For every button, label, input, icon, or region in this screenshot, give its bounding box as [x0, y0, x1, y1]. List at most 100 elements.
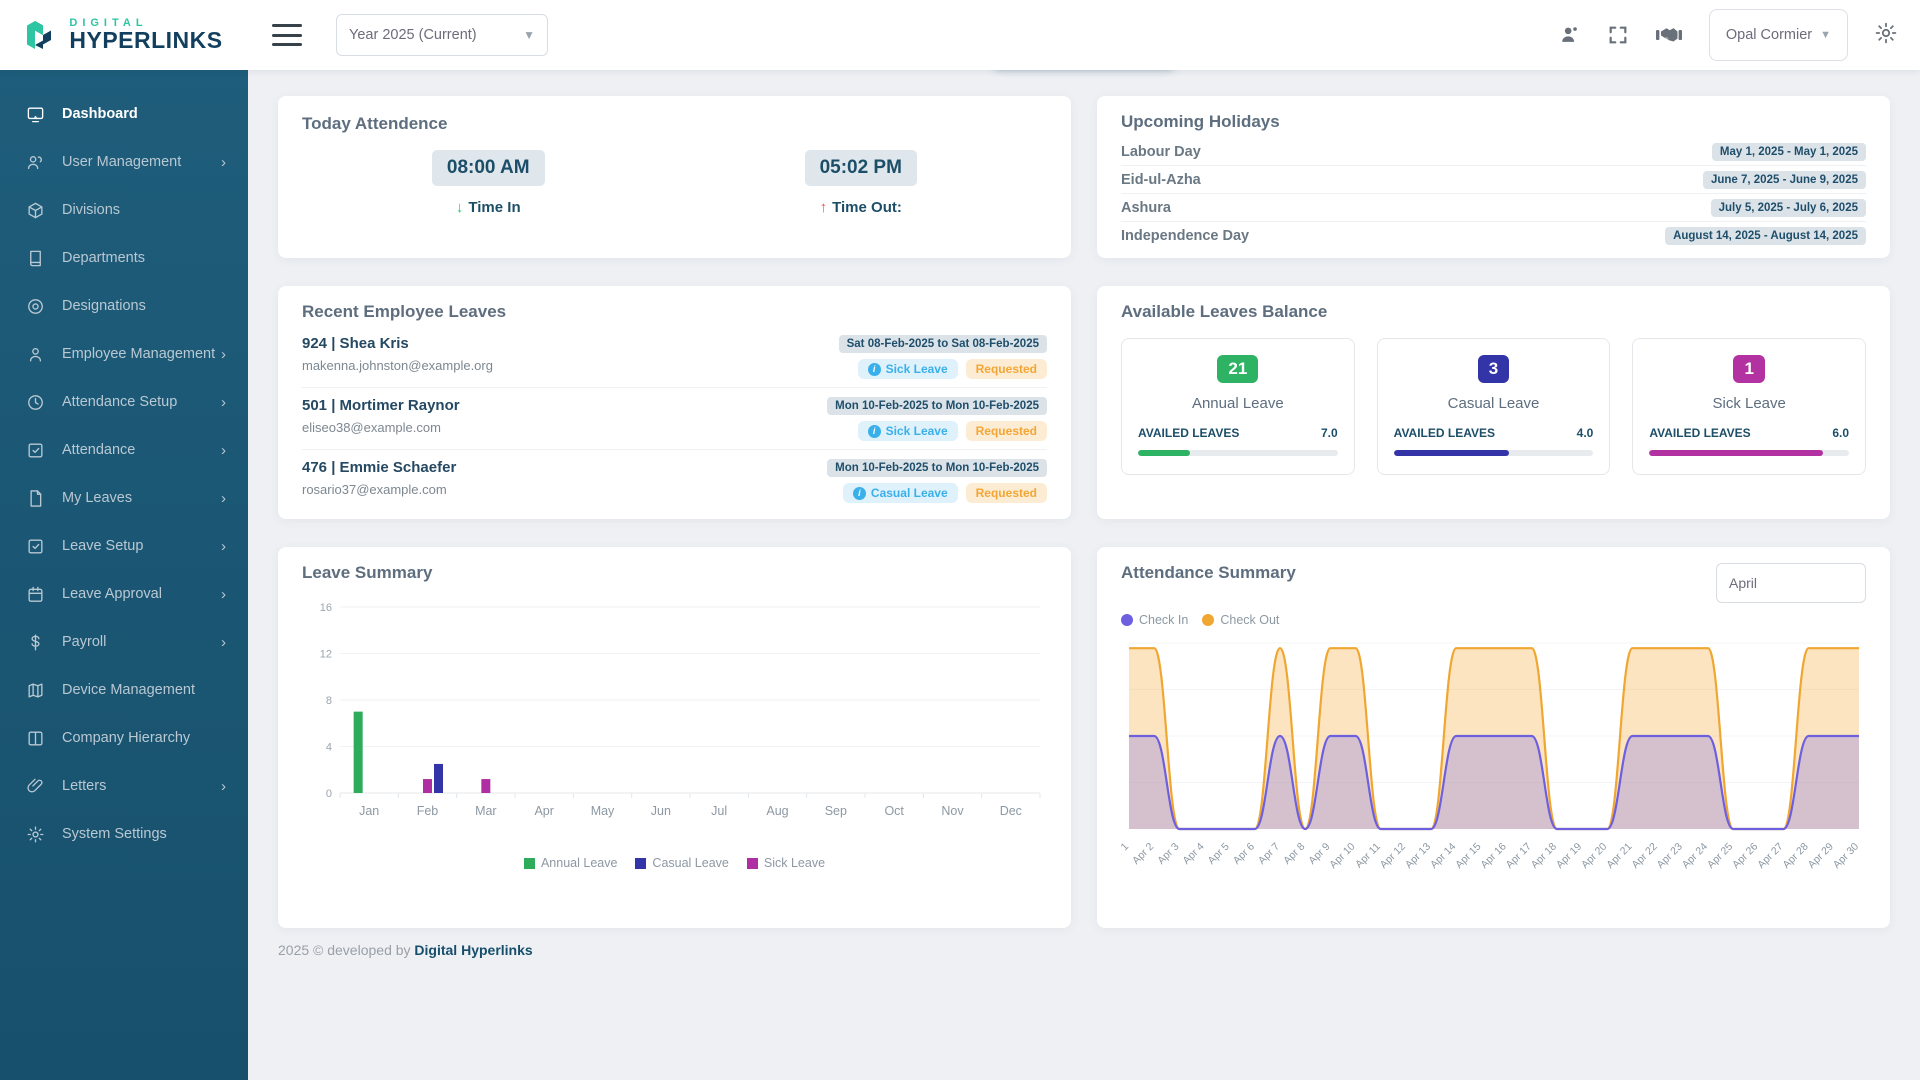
- gear-icon: [26, 824, 46, 844]
- sidebar-item-device-management[interactable]: Device Management: [0, 666, 248, 714]
- svg-text:Apr 25: Apr 25: [1705, 841, 1735, 871]
- sidebar-item-leave-approval[interactable]: Leave Approval ›: [0, 570, 248, 618]
- sidebar-item-payroll[interactable]: Payroll ›: [0, 618, 248, 666]
- svg-text:Apr 14: Apr 14: [1428, 841, 1458, 871]
- svg-text:Nov: Nov: [941, 804, 964, 818]
- availed-value: 7.0: [1321, 426, 1338, 440]
- svg-text:Apr 4: Apr 4: [1180, 841, 1206, 867]
- sidebar-item-my-leaves[interactable]: My Leaves ›: [0, 474, 248, 522]
- settings-gear-icon[interactable]: [1874, 21, 1898, 50]
- attendance-summary-chart: Apr 1Apr 2Apr 3Apr 4Apr 5Apr 6Apr 7Apr 8…: [1121, 637, 1866, 904]
- sidebar-item-system-settings[interactable]: System Settings: [0, 810, 248, 858]
- casual-leave-progress: [1394, 450, 1594, 456]
- status-badge: Requested: [966, 359, 1047, 379]
- svg-text:Apr 29: Apr 29: [1806, 841, 1836, 871]
- svg-text:Mar: Mar: [475, 804, 497, 818]
- attendance-summary-title: Attendance Summary: [1121, 563, 1296, 583]
- availed-value: 6.0: [1832, 426, 1849, 440]
- leave-summary-chart: 0481216JanFebMarAprMayJunJulAugSepOctNov…: [302, 593, 1047, 854]
- svg-text:Apr 23: Apr 23: [1655, 841, 1685, 871]
- svg-text:Apr 20: Apr 20: [1579, 841, 1609, 871]
- sidebar-item-company-hierarchy[interactable]: Company Hierarchy: [0, 714, 248, 762]
- arrow-up-icon: ↑: [820, 199, 828, 216]
- svg-text:Apr 28: Apr 28: [1780, 841, 1810, 871]
- user-menu[interactable]: Opal Cormier ▼: [1709, 9, 1848, 61]
- svg-text:Apr 21: Apr 21: [1604, 841, 1634, 871]
- footer-brand-link[interactable]: Digital Hyperlinks: [414, 942, 532, 958]
- check-square-icon: [26, 440, 46, 460]
- user-icon: [26, 344, 46, 364]
- sick-leave-progress: [1649, 450, 1849, 456]
- arrow-down-icon: ↓: [456, 199, 464, 216]
- columns-icon: [26, 728, 46, 748]
- sidebar-item-divisions[interactable]: Divisions: [0, 186, 248, 234]
- svg-text:Apr 2: Apr 2: [1130, 841, 1156, 867]
- month-select[interactable]: April: [1716, 563, 1866, 603]
- info-icon: i: [868, 425, 881, 438]
- svg-text:Apr 11: Apr 11: [1353, 841, 1383, 871]
- fullscreen-icon[interactable]: [1607, 24, 1629, 46]
- casual-leave-count: 3: [1478, 355, 1509, 383]
- sidebar-item-attendance-setup[interactable]: Attendance Setup ›: [0, 378, 248, 426]
- today-attendance-title: Today Attendence: [302, 114, 1047, 134]
- map-icon: [26, 680, 46, 700]
- svg-text:May: May: [591, 804, 615, 818]
- leave-summary-legend: Annual Leave Casual Leave Sick Leave: [302, 856, 1047, 870]
- status-badge: Requested: [966, 483, 1047, 503]
- sidebar-item-leave-setup[interactable]: Leave Setup ›: [0, 522, 248, 570]
- attendance-summary-legend: Check In Check Out: [1121, 613, 1866, 627]
- handshake-icon[interactable]: [1655, 24, 1683, 46]
- svg-text:Apr 13: Apr 13: [1403, 841, 1433, 871]
- svg-text:Apr 5: Apr 5: [1206, 841, 1232, 867]
- sidebar-item-attendance[interactable]: Attendance ›: [0, 426, 248, 474]
- paperclip-icon: [26, 776, 46, 796]
- leave-summary-card: Leave Summary 0481216JanFebMarAprMayJunJ…: [278, 547, 1071, 928]
- sidebar-item-dashboard[interactable]: Dashboard: [0, 90, 248, 138]
- sidebar-nav: Dashboard User Management › Divisions De…: [0, 70, 248, 1080]
- svg-text:Sep: Sep: [825, 804, 847, 818]
- svg-text:Apr 17: Apr 17: [1504, 841, 1534, 871]
- profile-icon[interactable]: [1559, 24, 1581, 46]
- status-badge: Requested: [966, 421, 1047, 441]
- sick-leave-count: 1: [1733, 355, 1764, 383]
- app-logo[interactable]: DIGITAL HYPERLINKS: [0, 17, 248, 53]
- chevron-right-icon: ›: [221, 634, 226, 651]
- holiday-row: Labour Day May 1, 2025 - May 1, 2025: [1121, 138, 1866, 166]
- leave-summary-title: Leave Summary: [302, 563, 1047, 583]
- svg-text:Apr 22: Apr 22: [1629, 841, 1659, 871]
- employee-email: rosario37@example.com: [302, 482, 456, 497]
- year-select[interactable]: Year 2025 (Current) ▼: [336, 14, 548, 56]
- sidebar-item-letters[interactable]: Letters ›: [0, 762, 248, 810]
- holiday-row: Ashura July 5, 2025 - July 6, 2025: [1121, 194, 1866, 222]
- leave-row: 924 | Shea Kris makenna.johnston@example…: [302, 326, 1047, 388]
- employee-name: 924 | Shea Kris: [302, 335, 493, 352]
- users-icon: [26, 152, 46, 172]
- availed-value: 4.0: [1577, 426, 1594, 440]
- sidebar-item-employee-management[interactable]: Employee Management ›: [0, 330, 248, 378]
- svg-text:Apr 8: Apr 8: [1281, 841, 1307, 867]
- annual-leave-balance: 21 Annual Leave AVAILED LEAVES 7.0: [1121, 338, 1355, 475]
- upcoming-holidays-card: Upcoming Holidays Labour Day May 1, 2025…: [1097, 96, 1890, 258]
- svg-text:Apr 27: Apr 27: [1755, 841, 1785, 871]
- svg-text:Aug: Aug: [766, 804, 788, 818]
- svg-text:Apr 15: Apr 15: [1453, 841, 1483, 871]
- svg-text:Apr 12: Apr 12: [1378, 841, 1408, 871]
- sidebar-item-designations[interactable]: Designations: [0, 282, 248, 330]
- employee-email: eliseo38@example.com: [302, 420, 460, 435]
- check-square-icon: [26, 536, 46, 556]
- sidebar-item-departments[interactable]: Departments: [0, 234, 248, 282]
- user-name: Opal Cormier: [1726, 27, 1812, 43]
- annual-leave-progress: [1138, 450, 1338, 456]
- leave-row: 501 | Mortimer Raynor eliseo38@example.c…: [302, 388, 1047, 450]
- leaves-balance-card: Available Leaves Balance 21 Annual Leave…: [1097, 286, 1890, 519]
- holiday-row: Eid-ul-Azha June 7, 2025 - June 9, 2025: [1121, 166, 1866, 194]
- sidebar-item-user-management[interactable]: User Management ›: [0, 138, 248, 186]
- holiday-dates-badge: May 1, 2025 - May 1, 2025: [1712, 143, 1866, 161]
- holiday-dates-badge: August 14, 2025 - August 14, 2025: [1665, 227, 1866, 245]
- svg-text:Oct: Oct: [884, 804, 904, 818]
- leaves-balance-title: Available Leaves Balance: [1121, 302, 1866, 322]
- menu-toggle-icon[interactable]: [272, 24, 302, 46]
- svg-text:Jan: Jan: [359, 804, 379, 818]
- calendar-icon: [26, 584, 46, 604]
- recent-leaves-card: Recent Employee Leaves 924 | Shea Kris m…: [278, 286, 1071, 519]
